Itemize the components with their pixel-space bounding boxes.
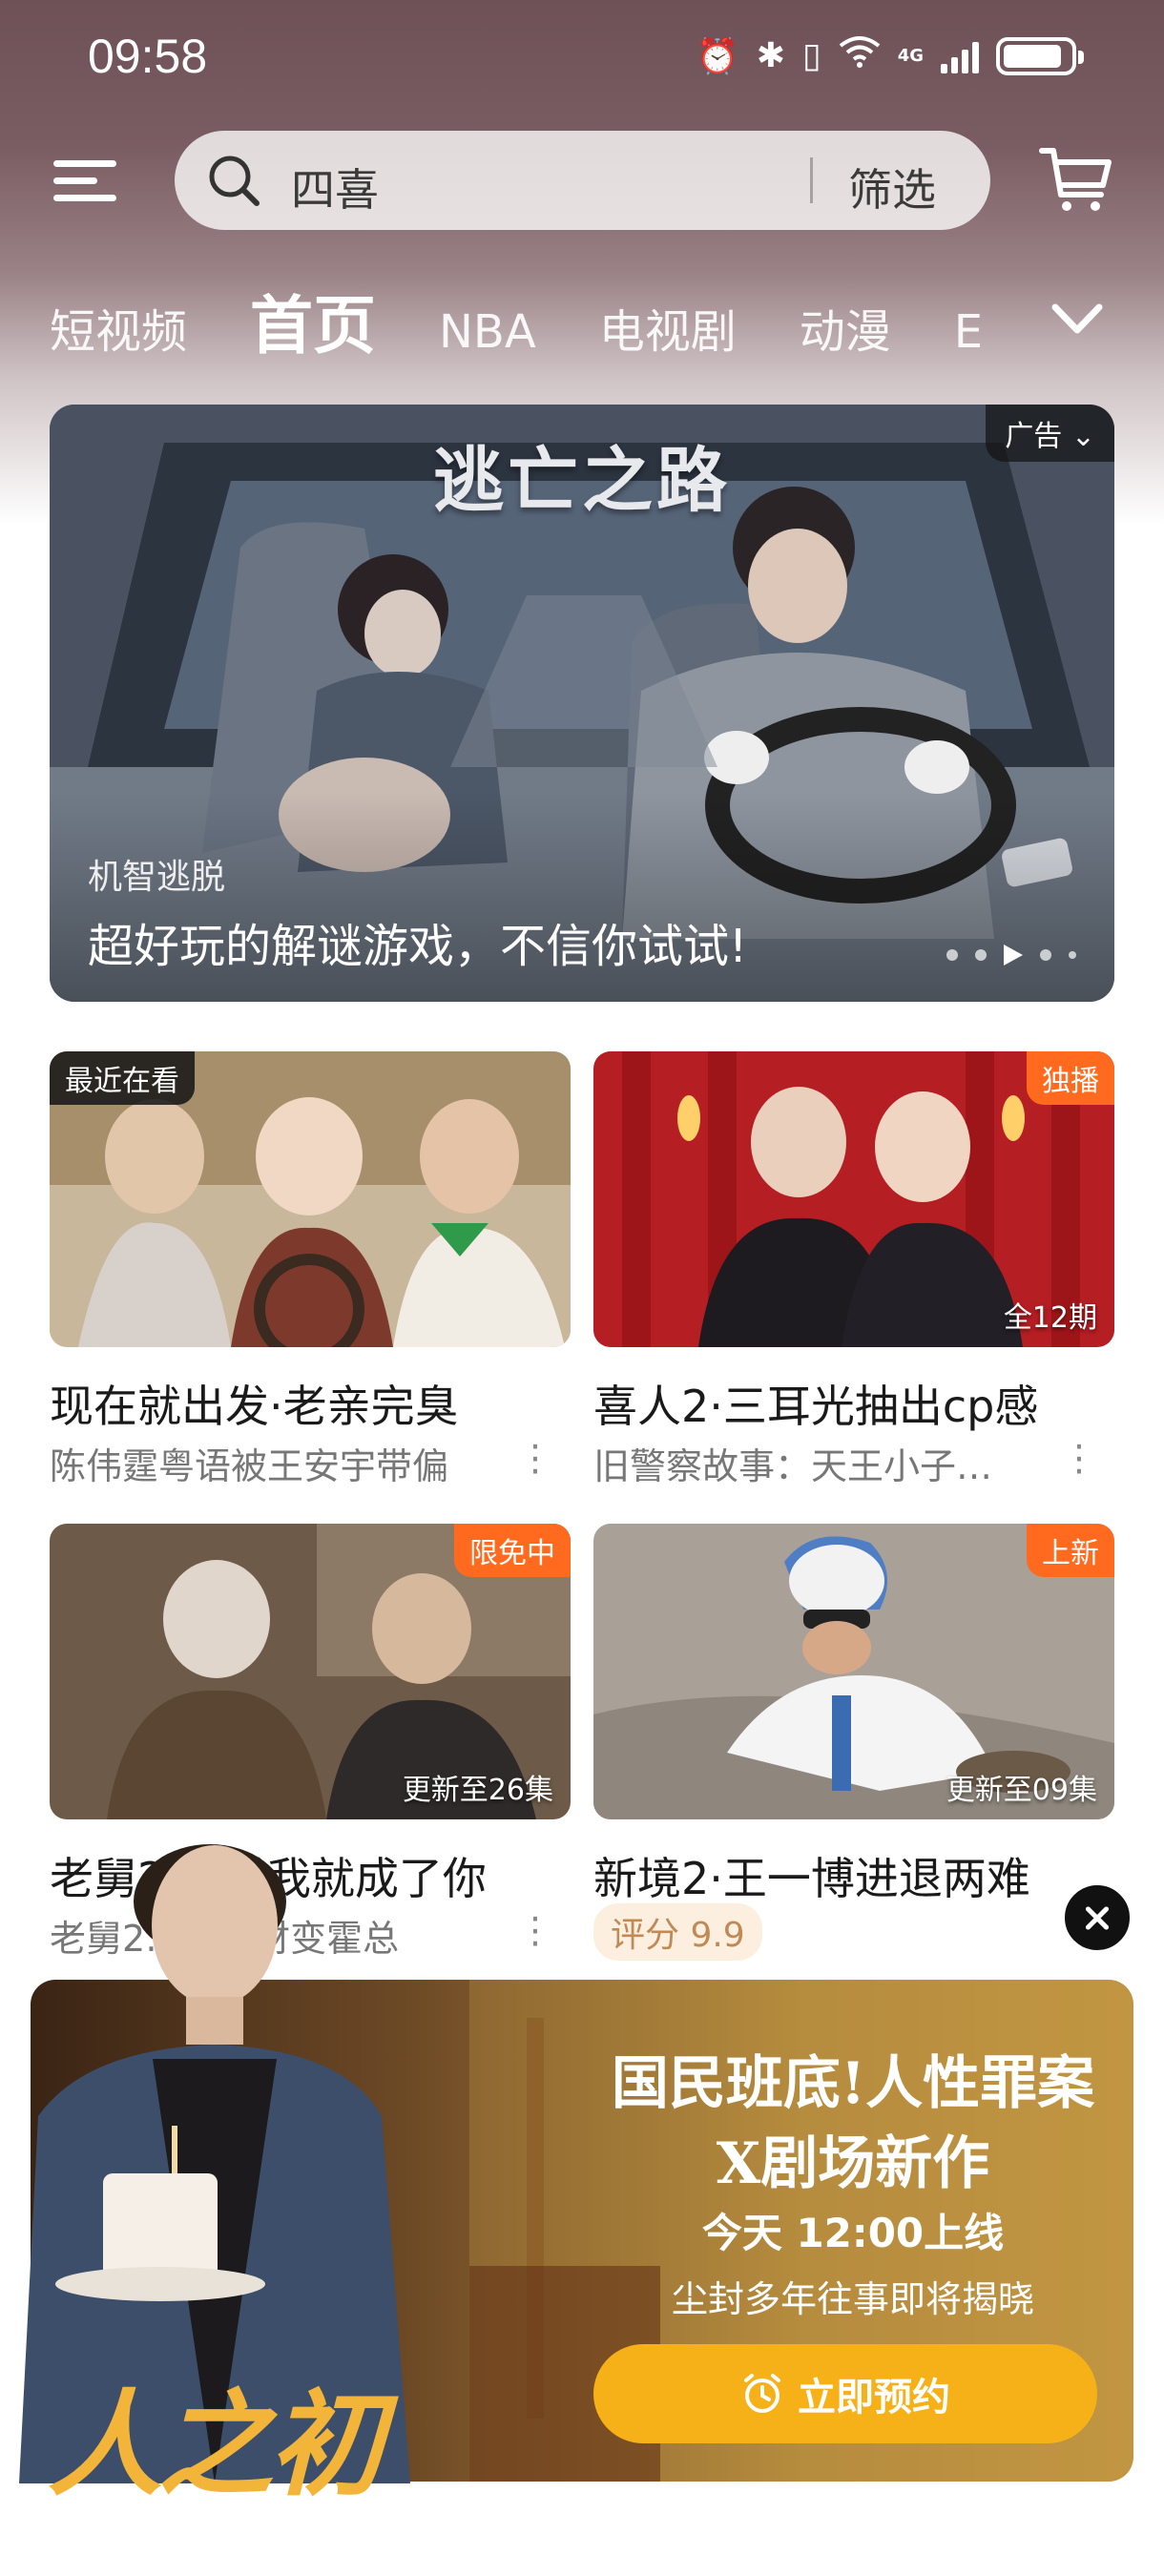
carousel-dot: [946, 949, 958, 961]
banner-ad[interactable]: 逃亡之路 广告 ⌄ 机智逃脱 超好玩的解谜游戏，不信你试试!: [50, 405, 1114, 1002]
video-thumbnail[interactable]: 独播 全12期: [593, 1051, 1114, 1347]
search-icon: [209, 156, 260, 206]
menu-line: [53, 160, 116, 167]
alarm-clock-icon: [744, 2374, 780, 2413]
video-thumbnail[interactable]: 最近在看: [50, 1051, 571, 1347]
tab-anime[interactable]: 动漫: [800, 294, 891, 361]
search-input[interactable]: 四喜: [291, 156, 379, 218]
carousel-dot-active: [1004, 945, 1023, 966]
status-icons: ⏰ ✱ ▯ 4G: [696, 34, 1084, 77]
video-card[interactable]: 上新 更新至09集 新境2·王一博进退两难 评分 9.9: [593, 1524, 1114, 1961]
network-type: 4G: [897, 45, 924, 66]
reserve-label: 立即预约: [798, 2376, 950, 2420]
video-subtitle: 陈伟霆粤语被王安宇带偏: [50, 1445, 449, 1487]
promo-headline-2: X剧场新作: [716, 2130, 990, 2197]
more-options-icon[interactable]: ⋮: [1061, 1437, 1097, 1479]
promo-release-time: 今天 12:00上线: [701, 2210, 1005, 2256]
alarm-icon: ⏰: [696, 36, 739, 76]
carousel-dot: [1069, 951, 1076, 959]
tab-home[interactable]: 首页: [250, 275, 376, 361]
menu-line: [53, 177, 97, 184]
status-badge: 独播: [1027, 1051, 1114, 1105]
ad-label: 广告: [1005, 420, 1063, 453]
tab-short-video[interactable]: 短视频: [50, 294, 187, 361]
cart-icon[interactable]: [1038, 141, 1114, 218]
video-subtitle: 旧警察故事：天王小子…: [593, 1445, 993, 1487]
menu-line: [53, 195, 116, 201]
video-card[interactable]: 独播 全12期 喜人2·三耳光抽出cp感 旧警察故事：天王小子… ⋮: [593, 1051, 1114, 1487]
search-bar[interactable]: 四喜 筛选: [175, 131, 990, 230]
banner-subtitle: 机智逃脱: [88, 858, 226, 897]
video-title[interactable]: 喜人2·三耳光抽出cp感: [593, 1372, 1038, 1435]
more-options-icon[interactable]: ⋮: [517, 1909, 553, 1951]
more-options-icon[interactable]: ⋮: [517, 1437, 553, 1479]
video-thumbnail[interactable]: 上新 更新至09集: [593, 1524, 1114, 1819]
promo-headline: 国民班底!人性罪案: [611, 2050, 1095, 2117]
video-title[interactable]: 新境2·王一博进退两难: [593, 1844, 1030, 1907]
tab-nba[interactable]: NBA: [439, 305, 536, 359]
wifi-icon: [839, 34, 881, 77]
search-divider: [810, 157, 813, 203]
cellular-signal-icon: [941, 39, 979, 73]
banner-title: 逃亡之路: [433, 440, 731, 522]
rating-badge: 评分 9.9: [593, 1903, 762, 1961]
video-title[interactable]: 现在就出发·老亲完臭: [50, 1372, 459, 1435]
promo-show-logo: 人之初: [48, 2378, 384, 2512]
carousel-indicator: [946, 945, 1076, 966]
vibrate-icon: ▯: [801, 36, 821, 75]
carousel-dot: [975, 949, 987, 961]
channel-tabs: 短视频 首页 NBA 电视剧 动漫 E: [50, 275, 1051, 361]
status-badge: 限免中: [454, 1524, 571, 1577]
status-bar: 09:58 ⏰ ✱ ▯ 4G: [0, 0, 1164, 114]
tab-overflow[interactable]: E: [954, 305, 983, 359]
menu-button[interactable]: [53, 155, 120, 208]
tab-tv-series[interactable]: 电视剧: [599, 294, 737, 361]
video-card[interactable]: 最近在看 现在就出发·老亲完臭 陈伟霆粤语被王安宇带偏 ⋮: [50, 1051, 571, 1487]
episode-count: 全12期: [1003, 1301, 1097, 1335]
status-time: 09:58: [88, 30, 208, 83]
bluetooth-icon: ✱: [756, 36, 785, 75]
episode-count: 更新至09集: [946, 1774, 1097, 1807]
status-badge: 最近在看: [50, 1051, 195, 1105]
ad-badge[interactable]: 广告 ⌄: [986, 405, 1114, 462]
carousel-dot: [1040, 949, 1051, 961]
reserve-button[interactable]: 立即预约: [593, 2344, 1097, 2443]
battery-icon: [996, 36, 1084, 75]
filter-button[interactable]: 筛选: [848, 156, 936, 218]
promo-description: 尘封多年往事即将揭晓: [671, 2278, 1034, 2320]
status-badge: 上新: [1027, 1524, 1114, 1577]
chevron-down-icon[interactable]: [1048, 296, 1107, 343]
banner-caption: 超好玩的解谜游戏，不信你试试!: [88, 920, 748, 973]
close-icon[interactable]: [1061, 1881, 1133, 1954]
